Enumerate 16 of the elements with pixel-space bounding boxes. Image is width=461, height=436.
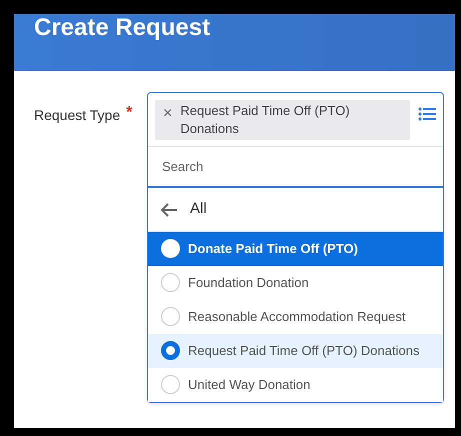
option-item[interactable]: Reasonable Accommodation Request	[148, 300, 443, 334]
chip-text: Request Paid Time Off (PTO) Donations	[180, 102, 351, 138]
remove-button[interactable]: ×	[163, 105, 172, 123]
page-title: Create Request	[34, 14, 212, 42]
list-icon[interactable]	[418, 106, 436, 122]
radio-button[interactable]	[161, 239, 180, 258]
request-type-field[interactable]: × Request Paid Time Off (PTO) Donations Search	[147, 92, 444, 187]
back-arrow-icon	[160, 202, 178, 218]
option-item[interactable]: Request Paid Time Off (PTO) Donations	[148, 334, 443, 368]
radio-button[interactable]	[161, 341, 180, 360]
field-label: Request Type	[34, 106, 120, 125]
required-mark: *	[126, 105, 132, 121]
option-item[interactable]: Donate Paid Time Off (PTO)	[148, 232, 443, 266]
option-item[interactable]: Foundation Donation	[148, 266, 443, 300]
search-field[interactable]: Search	[148, 146, 443, 186]
option-item[interactable]: United Way Donation	[148, 368, 443, 402]
